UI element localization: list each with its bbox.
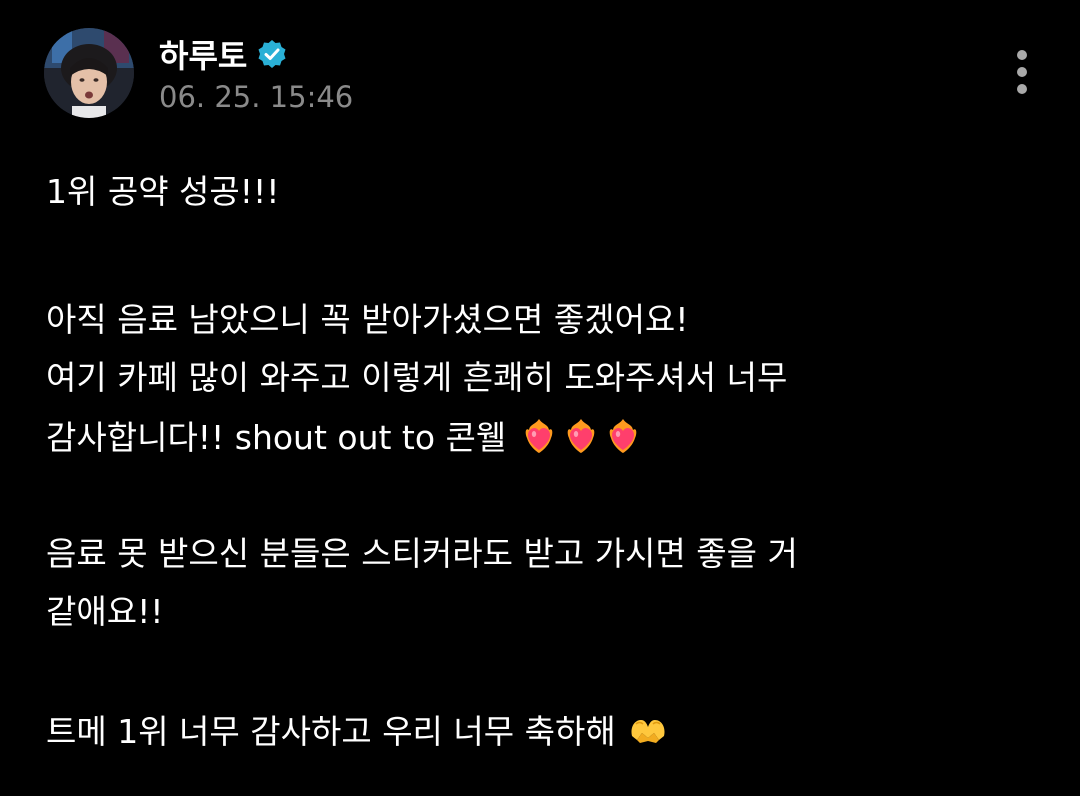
heart-on-fire-icon — [561, 416, 601, 456]
post-header: 하루토 06. 25. 15:46 — [44, 28, 1044, 118]
heart-on-fire-icon — [603, 416, 643, 456]
verified-badge-icon — [257, 39, 287, 69]
post-text-line: 감사합니다!! shout out to 콘웰 — [46, 416, 643, 458]
more-vertical-icon[interactable] — [1010, 50, 1034, 98]
post-text-line: 같애요!! — [46, 592, 164, 631]
post-text-line: 트메 1위 너무 감사하고 우리 너무 축하해 — [46, 710, 668, 752]
author-row: 하루토 — [159, 32, 287, 76]
post-timestamp: 06. 25. 15:46 — [159, 80, 354, 114]
post-text-line: 여기 카페 많이 와주고 이렇게 흔쾌히 도와주셔서 너무 — [46, 358, 788, 397]
post-text-line: 아직 음료 남았으니 꼭 받아가셨으면 좋겠어요! — [46, 300, 689, 339]
author-name[interactable]: 하루토 — [159, 31, 247, 77]
heart-hands-icon — [628, 710, 668, 750]
post-text-line: 1위 공약 성공!!! — [46, 172, 280, 211]
heart-on-fire-icon — [519, 416, 559, 456]
avatar[interactable] — [44, 28, 134, 118]
post-text-line: 음료 못 받으신 분들은 스티커라도 받고 가시면 좋을 거 — [46, 534, 798, 573]
post-text-segment: 트메 1위 너무 감사하고 우리 너무 축하해 — [46, 712, 616, 751]
post-card: 하루토 06. 25. 15:46 1위 공약 성공!!! 아직 음료 남았으니… — [0, 0, 1080, 796]
post-text-segment: 감사합니다!! shout out to 콘웰 — [46, 418, 507, 457]
